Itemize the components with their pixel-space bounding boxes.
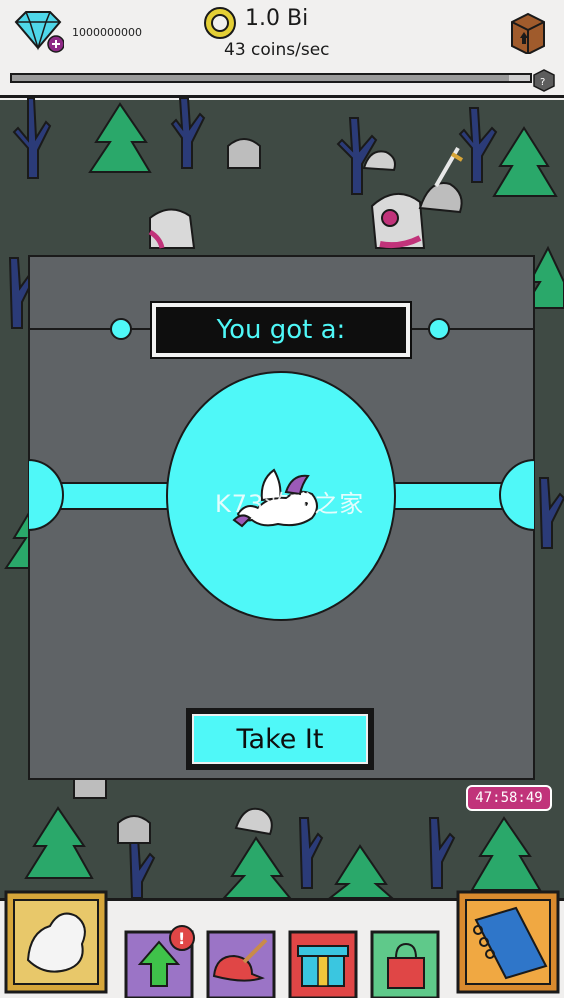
connector-dot-left xyxy=(110,318,132,340)
gem-icon[interactable] xyxy=(12,8,64,54)
watermark: K73游戏之家 xyxy=(215,490,365,518)
dragon-book-button[interactable] xyxy=(456,890,560,994)
event-timer[interactable]: 47:58:49 xyxy=(466,785,552,811)
reward-title-text: You got a: xyxy=(216,315,346,345)
take-it-button[interactable]: Take It xyxy=(186,708,374,770)
bottom-menu-icons: ! xyxy=(4,890,560,998)
customize-button[interactable] xyxy=(206,930,276,998)
event-timer-text: 47:58:49 xyxy=(475,790,543,806)
progress-fill xyxy=(12,75,510,81)
svg-text:!: ! xyxy=(178,929,185,948)
take-it-label: Take It xyxy=(236,723,324,755)
connector-dot-right xyxy=(428,318,450,340)
take-it-button-face[interactable]: Take It xyxy=(192,714,368,764)
reward-title: You got a: xyxy=(150,301,412,359)
svg-text:?: ? xyxy=(540,77,545,88)
upgrades-button[interactable]: ! xyxy=(124,925,195,998)
mystery-box-icon[interactable]: ? xyxy=(532,68,556,92)
dragon-collection-button[interactable] xyxy=(4,890,108,994)
coin-icon xyxy=(204,7,236,39)
gem-count: 1000000000 xyxy=(72,26,142,39)
coin-amount: 1.0 Bi xyxy=(245,6,309,31)
shopping-bag-icon xyxy=(387,957,425,989)
progress-bar xyxy=(10,73,532,83)
crate-upgrade-icon[interactable] xyxy=(506,12,550,54)
top-hud: 1000000000 1.0 Bi 43 coins/sec ? xyxy=(0,0,564,98)
gifts-button[interactable] xyxy=(288,930,358,998)
shop-button[interactable] xyxy=(370,930,440,998)
coin-rate: 43 coins/sec xyxy=(224,40,330,60)
